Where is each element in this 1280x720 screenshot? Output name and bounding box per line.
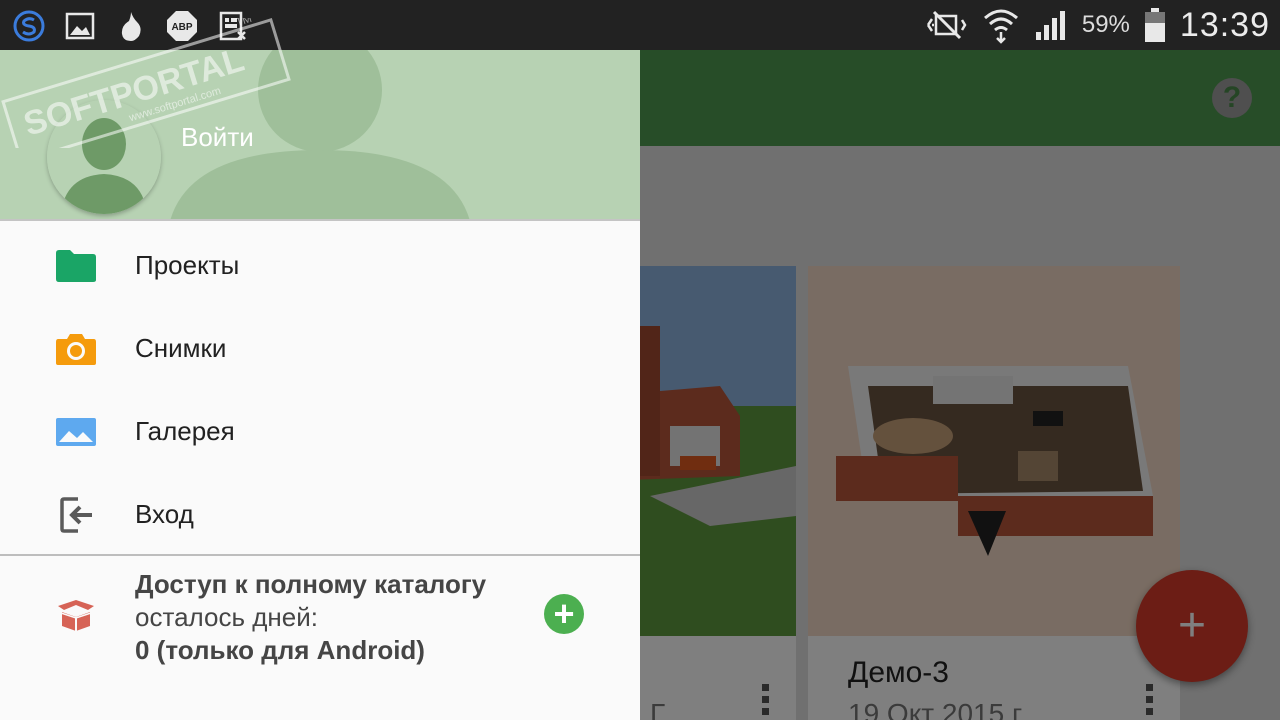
gallery-icon: [55, 411, 97, 453]
drawer-item-label: Галерея: [135, 416, 235, 446]
onion-icon: [114, 9, 147, 42]
promo-text: Доступ к полному каталогу осталось дней:…: [135, 568, 486, 667]
plus-icon[interactable]: +: [544, 594, 584, 634]
notification-icons: ABP: [12, 9, 249, 42]
navigation-drawer: Войти Проекты Снимки Галерея Вход Доступ…: [0, 50, 640, 720]
promo-value: 0 (только для Android): [135, 635, 425, 665]
s-shield-icon: [12, 9, 45, 42]
drawer-item-snapshots[interactable]: Снимки: [0, 307, 640, 390]
notes-icon: [216, 9, 249, 42]
svg-text:ABP: ABP: [171, 22, 192, 33]
drawer-item-login[interactable]: Вход: [0, 473, 640, 556]
signal-icon: [1035, 11, 1065, 40]
abp-icon: ABP: [165, 9, 198, 42]
status-bar: ABP 59% 13:39: [0, 0, 1280, 50]
mute-icon: [926, 10, 967, 40]
drawer-item-label: Вход: [135, 499, 194, 529]
promo-subtitle: осталось дней:: [135, 602, 318, 632]
system-status: 59% 13:39: [924, 0, 1270, 50]
camera-icon: [55, 328, 97, 370]
drawer-item-projects[interactable]: Проекты: [0, 224, 640, 307]
clock: 13:39: [1179, 5, 1270, 44]
image-icon: [63, 9, 96, 42]
login-icon: [55, 494, 97, 536]
battery-percent: 59%: [1081, 11, 1130, 38]
wifi-icon: [983, 9, 1018, 44]
drawer-header: Войти: [0, 50, 640, 221]
avatar[interactable]: [47, 100, 161, 214]
box-icon: [56, 596, 96, 632]
folder-icon: [55, 245, 97, 287]
drawer-item-gallery[interactable]: Галерея: [0, 390, 640, 473]
promo-title: Доступ к полному каталогу: [135, 569, 487, 599]
battery-icon: [1144, 8, 1165, 42]
catalog-access-promo: Доступ к полному каталогу осталось дней:…: [0, 556, 640, 720]
drawer-menu: Проекты Снимки Галерея Вход: [0, 224, 640, 556]
login-label[interactable]: Войти: [181, 122, 254, 153]
drawer-item-label: Снимки: [135, 333, 227, 363]
drawer-item-label: Проекты: [135, 250, 240, 280]
